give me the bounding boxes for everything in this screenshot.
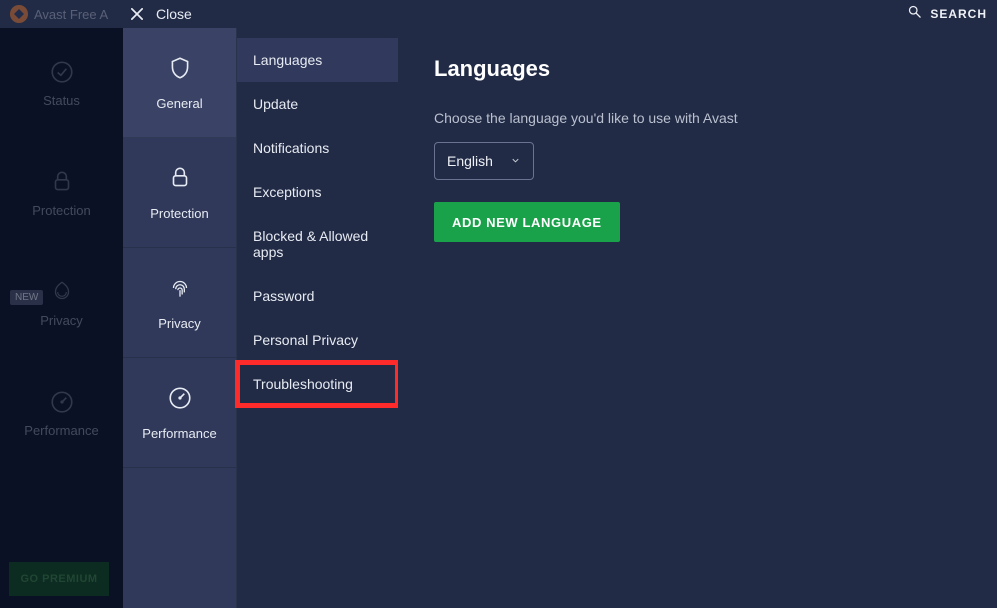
category-protection-label: Protection [150,206,209,221]
category-performance[interactable]: Performance [123,358,236,468]
language-select[interactable]: English [434,142,534,180]
shield-icon [167,55,193,86]
subnav-troubleshooting[interactable]: Troubleshooting [237,362,398,406]
gauge-icon [167,385,193,416]
main-nav-protection-label: Protection [32,203,91,218]
language-select-value: English [447,153,493,169]
settings-subnav: Languages Update Notifications Exception… [236,28,398,608]
category-privacy[interactable]: Privacy [123,248,236,358]
add-language-label: ADD NEW LANGUAGE [452,215,602,230]
page-title: Languages [434,56,961,82]
add-language-button[interactable]: ADD NEW LANGUAGE [434,202,620,242]
subnav-password[interactable]: Password [237,274,398,318]
app-title: Avast Free A [34,7,108,22]
avast-logo-icon [10,5,28,23]
main-nav-privacy: Privacy [0,248,123,358]
close-icon[interactable] [130,7,144,21]
main-nav-privacy-label: Privacy [40,313,83,328]
main-nav-protection: Protection [0,138,123,248]
search-button[interactable]: SEARCH [907,4,987,24]
subnav-personal-privacy[interactable]: Personal Privacy [237,318,398,362]
subnav-update[interactable]: Update [237,82,398,126]
subnav-blocked-allowed[interactable]: Blocked & Allowed apps [237,214,398,274]
fingerprint-icon [167,275,193,306]
app-logo-title: Avast Free A [10,5,108,23]
search-icon [907,4,922,24]
settings-panel: General Protection Privacy Performance [123,28,997,608]
close-panel[interactable]: Close [130,0,192,28]
main-nav-status-label: Status [43,93,80,108]
subnav-languages[interactable]: Languages [237,38,398,82]
settings-content: Languages Choose the language you'd like… [398,28,997,608]
settings-category-column: General Protection Privacy Performance [123,28,236,608]
close-label: Close [156,6,192,22]
main-nav-dimmed: Status Protection NEW Privacy Performanc… [0,28,123,608]
lock-icon [167,165,193,196]
page-description: Choose the language you'd like to use wi… [434,110,961,126]
title-bar: Avast Free A Close SEARCH [0,0,997,28]
category-privacy-label: Privacy [158,316,201,331]
category-performance-label: Performance [142,426,216,441]
search-label: SEARCH [930,7,987,21]
go-premium-label: GO PREMIUM [20,573,97,585]
chevron-down-icon [510,153,521,169]
category-general-label: General [156,96,202,111]
go-premium-button[interactable]: GO PREMIUM [9,562,109,596]
category-general[interactable]: General [123,28,236,138]
main-nav-performance-label: Performance [24,423,98,438]
main-nav-status: Status [0,28,123,138]
subnav-notifications[interactable]: Notifications [237,126,398,170]
category-protection[interactable]: Protection [123,138,236,248]
main-nav-performance: Performance [0,358,123,468]
subnav-exceptions[interactable]: Exceptions [237,170,398,214]
